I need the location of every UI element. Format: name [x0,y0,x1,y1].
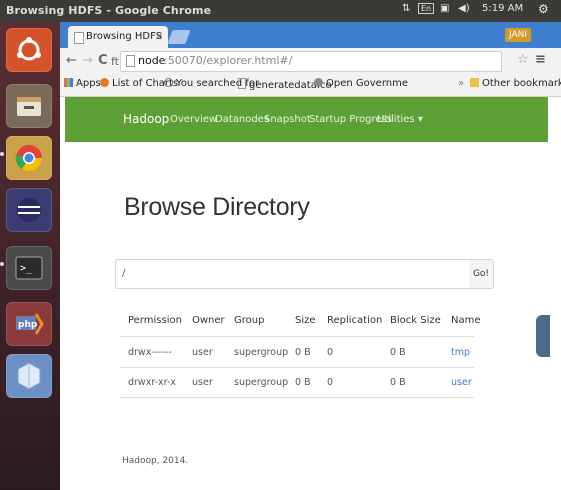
hadoop-brand[interactable]: Hadoop [123,112,169,126]
cell-name-link[interactable]: user [451,377,472,388]
profile-badge[interactable]: JANI [505,28,532,42]
column-header-owner[interactable]: Owner [192,315,225,326]
page-title: Browse Directory [124,193,310,221]
svg-text:>_: >_ [20,263,33,274]
nav-utilities-dropdown[interactable]: Utilities ▾ [377,114,423,125]
apps-icon [64,78,73,87]
bookmark-open-government[interactable]: Open Governme [314,78,408,89]
directory-path-input[interactable]: / [115,259,471,289]
column-header-name[interactable]: Name [451,315,481,326]
home-icon[interactable]: ft [111,55,119,68]
side-panel-handle[interactable] [536,315,550,357]
terminal-icon[interactable]: >_ [6,246,52,290]
column-header-group[interactable]: Group [234,315,264,326]
bookmark-icon [100,78,109,87]
system-top-bar: Browsing HDFS - Google Chrome ⇅ En ▣ ◀) … [0,0,561,22]
bookmarks-bar: Apps List of Charts You searched for gen… [60,74,561,97]
url-host: node [138,54,166,67]
battery-icon[interactable]: ▣ [440,3,449,14]
nav-snapshot[interactable]: Snapshot [264,114,311,125]
clock[interactable]: 5:19 AM [482,3,523,14]
cell-size: 0 B [295,377,311,388]
php-icon[interactable]: php [6,302,52,346]
directory-path-value: / [122,268,126,279]
nav-overview[interactable]: Overview [170,114,217,125]
column-header-permission[interactable]: Permission [128,315,182,326]
table-divider [120,397,474,398]
cell-size: 0 B [295,347,311,358]
url-path: :50070/explorer.html#/ [164,54,293,67]
page-icon [238,78,246,89]
chrome-menu-icon[interactable]: ≡ [535,52,546,67]
bookmark-icon [164,78,173,87]
tab-title: Browsing HDFS [86,31,163,42]
chrome-icon[interactable] [6,136,52,180]
table-divider [120,336,474,337]
bookmark-apps[interactable]: Apps [64,78,101,89]
cell-name-link[interactable]: tmp [451,347,470,358]
running-indicator [0,152,4,156]
table-divider [120,367,474,368]
cell-owner: user [192,347,213,358]
nav-datanodes[interactable]: Datanodes [215,114,269,125]
eclipse-icon[interactable] [6,188,52,232]
svg-text:php: php [18,320,38,330]
tab-close-icon[interactable]: × [155,31,163,42]
page-footer: Hadoop, 2014. [122,456,189,466]
other-bookmarks[interactable]: Other bookmarks [470,78,561,89]
go-button[interactable]: Go! [469,259,494,289]
cell-replication: 0 [327,347,334,358]
cell-group: supergroup [234,347,289,358]
cell-replication: 0 [327,377,334,388]
cell-block-size: 0 B [390,377,406,388]
volume-icon[interactable]: ◀) [458,3,470,14]
back-arrow-icon[interactable]: ← [66,53,77,68]
bookmark-star-icon[interactable]: ☆ [517,52,529,67]
cell-permission: drwxr-xr-x [128,377,177,388]
cell-permission: drwx------ [128,347,172,358]
virtualbox-icon[interactable] [6,354,52,398]
reload-icon[interactable]: C [98,53,108,68]
window-title: Browsing HDFS - Google Chrome [6,4,212,17]
page-icon [74,32,84,44]
network-icon[interactable]: ⇅ [402,3,410,14]
files-icon[interactable] [6,84,52,128]
tab-browsing-hdfs[interactable]: Browsing HDFS × [68,26,168,48]
cell-group: supergroup [234,377,289,388]
ubuntu-dash-icon[interactable] [6,28,52,72]
column-header-replication[interactable]: Replication [327,315,382,326]
keyboard-indicator[interactable]: En [418,3,435,14]
folder-icon [470,78,479,87]
column-header-block-size[interactable]: Block Size [390,315,441,326]
page-icon [126,55,135,67]
cell-owner: user [192,377,213,388]
column-header-size[interactable]: Size [295,315,316,326]
forward-arrow-icon[interactable]: → [82,53,93,68]
settings-gear-icon[interactable]: ⚙ [538,2,549,16]
unity-launcher: >_ php [0,22,60,490]
address-bar[interactable]: node :50070/explorer.html#/ [120,51,502,72]
running-indicator [0,262,4,266]
cell-block-size: 0 B [390,347,406,358]
bookmark-icon [314,78,323,87]
more-bookmarks-chevron[interactable]: » [458,78,464,89]
